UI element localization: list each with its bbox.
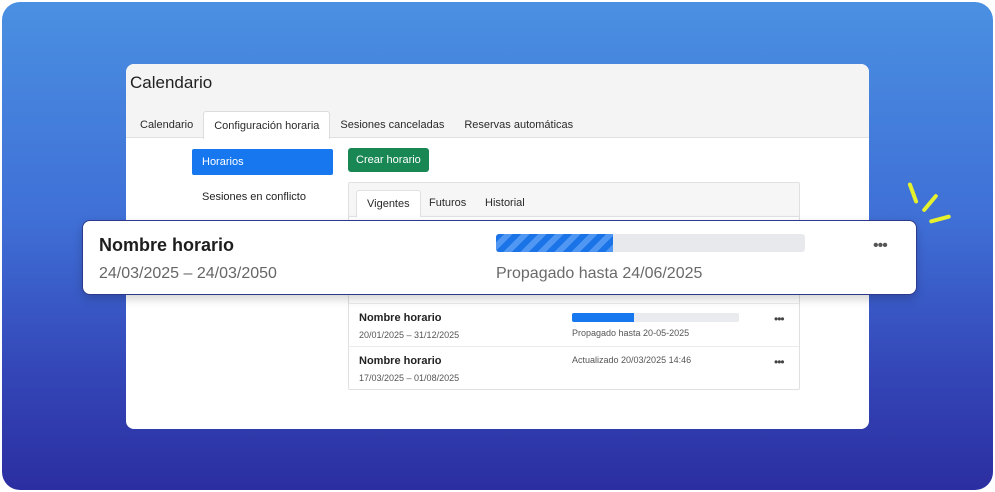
main-tabs: Calendario Configuración horaria Sesione… bbox=[130, 111, 583, 139]
create-schedule-button[interactable]: Crear horario bbox=[348, 148, 429, 172]
highlight-spark-icon bbox=[921, 193, 939, 213]
tab-reservas-automaticas[interactable]: Reservas automáticas bbox=[454, 111, 583, 139]
progress-fill bbox=[496, 234, 614, 252]
tab-configuracion-horaria[interactable]: Configuración horaria bbox=[203, 111, 331, 139]
row-name: Nombre horario bbox=[359, 312, 442, 324]
highlight-spark-icon bbox=[907, 181, 919, 205]
propagation-progress-bar bbox=[496, 234, 805, 252]
propagation-progress-bar bbox=[572, 313, 739, 322]
highlighted-schedule-card[interactable]: Nombre horario 24/03/2025 – 24/03/2050 P… bbox=[82, 220, 917, 295]
background-frame: Calendario Calendario Configuración hora… bbox=[2, 2, 993, 490]
row-name: Nombre horario bbox=[359, 355, 442, 367]
tab-historial[interactable]: Historial bbox=[475, 190, 535, 217]
table-row[interactable]: Nombre horario 20/01/2025 – 31/12/2025 P… bbox=[349, 303, 799, 346]
window-header: Calendario Calendario Configuración hora… bbox=[126, 64, 869, 139]
tab-futuros[interactable]: Futuros bbox=[419, 190, 476, 217]
more-options-icon[interactable]: ••• bbox=[774, 355, 785, 369]
tab-calendario[interactable]: Calendario bbox=[130, 111, 203, 139]
more-options-icon[interactable]: ••• bbox=[873, 237, 888, 255]
tab-vigentes[interactable]: Vigentes bbox=[356, 190, 421, 217]
table-row[interactable]: Nombre horario 17/03/2025 – 01/08/2025 A… bbox=[349, 346, 799, 389]
sidebar-item-sesiones-en-conflicto[interactable]: Sesiones en conflicto bbox=[192, 184, 333, 210]
row-status: Propagado hasta 20-05-2025 bbox=[572, 328, 690, 338]
row-status: Actualizado 20/03/2025 14:46 bbox=[572, 355, 692, 365]
highlight-spark-icon bbox=[928, 214, 952, 224]
page-title: Calendario bbox=[130, 73, 213, 92]
progress-fill bbox=[572, 313, 634, 322]
more-options-icon[interactable]: ••• bbox=[774, 312, 785, 326]
row-dates: 20/01/2025 – 31/12/2025 bbox=[359, 330, 460, 340]
schedule-dates: 24/03/2025 – 24/03/2050 bbox=[99, 265, 277, 282]
sub-tabs: Vigentes Futuros Historial bbox=[349, 183, 799, 217]
sidebar-item-horarios[interactable]: Horarios bbox=[192, 149, 333, 175]
schedule-name: Nombre horario bbox=[99, 235, 235, 255]
schedule-status: Propagado hasta 24/06/2025 bbox=[496, 265, 703, 282]
row-dates: 17/03/2025 – 01/08/2025 bbox=[359, 373, 460, 383]
tab-sesiones-canceladas[interactable]: Sesiones canceladas bbox=[330, 111, 454, 139]
